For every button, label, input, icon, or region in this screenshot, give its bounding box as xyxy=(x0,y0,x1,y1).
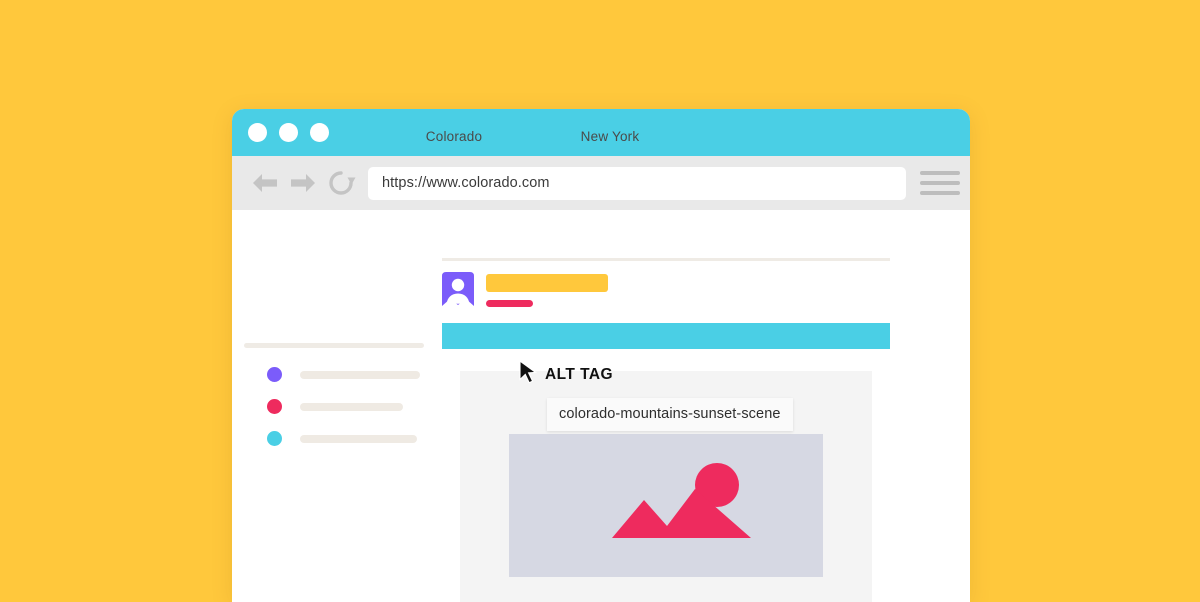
tab-label: New York xyxy=(580,129,640,144)
list-item[interactable] xyxy=(267,399,420,414)
menu-line xyxy=(920,181,960,185)
placeholder-text-line xyxy=(300,370,420,379)
arrow-right-icon[interactable] xyxy=(286,166,320,200)
profile-title-placeholder xyxy=(486,274,608,292)
bullet-icon xyxy=(267,431,282,446)
article-image[interactable] xyxy=(509,434,823,577)
profile-header xyxy=(442,272,608,307)
hero-banner xyxy=(442,323,890,349)
placeholder-text-line xyxy=(300,402,403,411)
minimize-window-button[interactable] xyxy=(279,123,298,142)
content-divider xyxy=(442,258,890,261)
tab-label: Colorado xyxy=(425,129,483,144)
mouse-cursor-icon xyxy=(518,359,538,389)
sidebar-list xyxy=(267,367,420,446)
reload-icon[interactable] xyxy=(324,166,358,200)
navigation-controls xyxy=(248,166,358,200)
alt-tag-label-row: ALT TAG xyxy=(518,359,614,389)
address-bar-value: https://www.colorado.com xyxy=(382,175,550,191)
bullet-icon xyxy=(267,367,282,382)
list-item[interactable] xyxy=(267,431,420,446)
mountain-image-icon xyxy=(612,463,751,538)
arrow-left-icon[interactable] xyxy=(248,166,282,200)
menu-line xyxy=(920,191,960,195)
browser-toolbar: https://www.colorado.com xyxy=(232,156,970,210)
user-avatar-icon[interactable] xyxy=(442,272,474,306)
bullet-icon xyxy=(267,399,282,414)
maximize-window-button[interactable] xyxy=(310,123,329,142)
alt-tag-tooltip-value: colorado-mountains-sunset-scene xyxy=(559,406,781,422)
hamburger-menu-icon[interactable] xyxy=(920,166,960,200)
profile-text-placeholders xyxy=(486,272,608,307)
browser-titlebar: New York Colorado xyxy=(232,109,970,156)
close-window-button[interactable] xyxy=(248,123,267,142)
menu-line xyxy=(920,171,960,175)
alt-tag-annotation: ALT TAG colorado-mountains-sunset-scene xyxy=(518,359,793,431)
profile-subtitle-placeholder xyxy=(486,300,533,307)
placeholder-text-line xyxy=(300,434,417,443)
alt-tag-tooltip: colorado-mountains-sunset-scene xyxy=(547,398,793,431)
alt-tag-label: ALT TAG xyxy=(545,365,614,383)
sidebar-divider xyxy=(244,343,424,348)
browser-window: New York Colorado https://www.colorado.c… xyxy=(232,109,970,602)
address-bar[interactable]: https://www.colorado.com xyxy=(368,166,906,200)
list-item[interactable] xyxy=(267,367,420,382)
window-controls xyxy=(248,123,329,142)
tab-colorado[interactable]: Colorado xyxy=(355,119,553,156)
